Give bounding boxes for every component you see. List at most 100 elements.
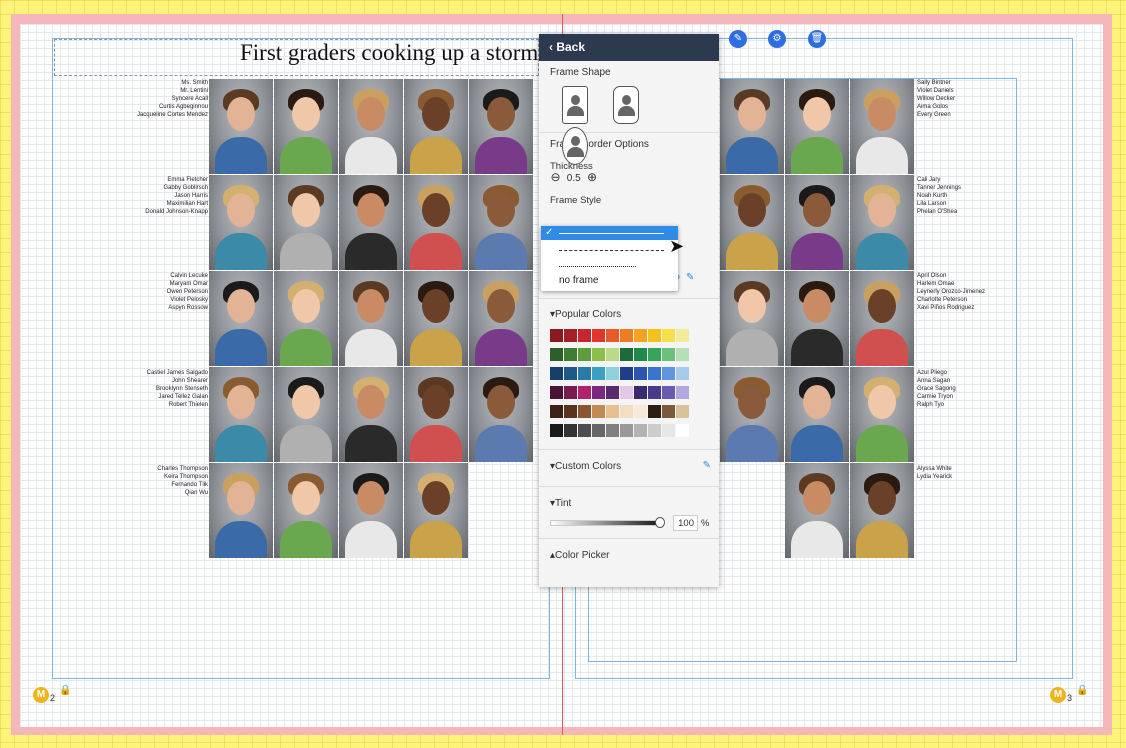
gear-icon[interactable]: ⚙ bbox=[768, 30, 786, 48]
color-swatch[interactable] bbox=[620, 386, 633, 399]
color-picker-toggle[interactable]: ▴Color Picker bbox=[550, 550, 610, 561]
student-photo[interactable] bbox=[785, 175, 849, 270]
color-swatch[interactable] bbox=[620, 405, 633, 418]
color-swatch[interactable] bbox=[676, 367, 689, 380]
color-swatch[interactable] bbox=[606, 405, 619, 418]
student-photo[interactable] bbox=[469, 367, 533, 462]
color-swatch[interactable] bbox=[662, 348, 675, 361]
color-swatch[interactable] bbox=[634, 386, 647, 399]
color-swatch[interactable] bbox=[592, 329, 605, 342]
color-swatch[interactable] bbox=[606, 329, 619, 342]
student-photo[interactable] bbox=[850, 463, 914, 558]
color-swatch[interactable] bbox=[550, 348, 563, 361]
color-swatch[interactable] bbox=[606, 424, 619, 437]
color-swatch[interactable] bbox=[592, 367, 605, 380]
color-swatch[interactable] bbox=[592, 348, 605, 361]
color-swatch[interactable] bbox=[634, 405, 647, 418]
student-photo[interactable] bbox=[469, 175, 533, 270]
color-swatch[interactable] bbox=[550, 386, 563, 399]
color-swatch[interactable] bbox=[634, 367, 647, 380]
color-swatch[interactable] bbox=[564, 367, 577, 380]
color-swatch[interactable] bbox=[676, 329, 689, 342]
color-swatch[interactable] bbox=[620, 424, 633, 437]
color-swatch[interactable] bbox=[578, 386, 591, 399]
color-swatch[interactable] bbox=[662, 424, 675, 437]
color-swatch[interactable] bbox=[606, 348, 619, 361]
student-photo[interactable] bbox=[209, 271, 273, 366]
student-photo[interactable] bbox=[274, 463, 338, 558]
student-photo[interactable] bbox=[785, 79, 849, 174]
color-swatch[interactable] bbox=[676, 424, 689, 437]
student-photo[interactable] bbox=[720, 175, 784, 270]
color-swatch[interactable] bbox=[620, 329, 633, 342]
student-photo[interactable] bbox=[850, 367, 914, 462]
tint-input[interactable]: 100 bbox=[673, 515, 698, 531]
student-photo[interactable] bbox=[850, 175, 914, 270]
student-photo[interactable] bbox=[274, 79, 338, 174]
color-swatch[interactable] bbox=[648, 386, 661, 399]
color-swatch[interactable] bbox=[620, 348, 633, 361]
color-swatch[interactable] bbox=[634, 348, 647, 361]
student-photo[interactable] bbox=[339, 367, 403, 462]
color-swatch[interactable] bbox=[578, 424, 591, 437]
color-swatch[interactable] bbox=[648, 424, 661, 437]
student-photo[interactable] bbox=[274, 367, 338, 462]
master-badge-left[interactable]: M bbox=[33, 687, 49, 703]
popular-colors-toggle[interactable]: ▾Popular Colors bbox=[550, 309, 708, 320]
color-swatch[interactable] bbox=[578, 405, 591, 418]
lock-icon[interactable]: 🔒 bbox=[59, 685, 71, 696]
color-swatch[interactable] bbox=[606, 386, 619, 399]
frame-shape-oval[interactable] bbox=[562, 127, 588, 165]
color-swatch[interactable] bbox=[578, 367, 591, 380]
color-swatch[interactable] bbox=[662, 386, 675, 399]
color-swatch[interactable] bbox=[578, 348, 591, 361]
color-swatch[interactable] bbox=[564, 386, 577, 399]
tint-slider[interactable] bbox=[550, 520, 664, 526]
frame-style-solid-option[interactable]: ✓ bbox=[541, 226, 678, 240]
student-photo[interactable] bbox=[850, 271, 914, 366]
tint-toggle[interactable]: ▾Tint bbox=[550, 498, 708, 509]
color-swatch[interactable] bbox=[564, 329, 577, 342]
minus-icon[interactable]: ⊖ bbox=[550, 171, 561, 184]
color-swatch[interactable] bbox=[620, 367, 633, 380]
tint-slider-handle[interactable] bbox=[655, 517, 665, 528]
student-photo[interactable] bbox=[785, 271, 849, 366]
student-photo[interactable] bbox=[404, 79, 468, 174]
frame-style-dotted-option[interactable] bbox=[541, 259, 678, 273]
color-swatch[interactable] bbox=[564, 424, 577, 437]
student-photo[interactable] bbox=[274, 175, 338, 270]
student-photo[interactable] bbox=[404, 271, 468, 366]
student-photo[interactable] bbox=[404, 367, 468, 462]
color-swatch[interactable] bbox=[662, 329, 675, 342]
back-button[interactable]: ‹ Back bbox=[539, 34, 719, 61]
edit-custom-colors-icon[interactable]: ✎ bbox=[703, 460, 711, 471]
student-photo[interactable] bbox=[785, 463, 849, 558]
color-swatch[interactable] bbox=[648, 405, 661, 418]
color-swatch[interactable] bbox=[662, 405, 675, 418]
trash-icon[interactable]: 🗑 bbox=[808, 30, 826, 48]
student-photo[interactable] bbox=[720, 367, 784, 462]
student-photo[interactable] bbox=[274, 271, 338, 366]
color-swatch[interactable] bbox=[662, 367, 675, 380]
student-photo[interactable] bbox=[720, 79, 784, 174]
color-swatch[interactable] bbox=[550, 405, 563, 418]
color-swatch[interactable] bbox=[550, 424, 563, 437]
color-swatch[interactable] bbox=[676, 348, 689, 361]
color-swatch[interactable] bbox=[648, 367, 661, 380]
student-photo[interactable] bbox=[209, 175, 273, 270]
color-swatch[interactable] bbox=[634, 329, 647, 342]
frame-style-dashed-option[interactable] bbox=[541, 243, 678, 257]
color-swatch[interactable] bbox=[634, 424, 647, 437]
lock-icon[interactable]: 🔒 bbox=[1076, 685, 1088, 696]
student-photo[interactable] bbox=[339, 175, 403, 270]
color-swatch[interactable] bbox=[648, 348, 661, 361]
student-photo[interactable] bbox=[469, 79, 533, 174]
color-swatch[interactable] bbox=[676, 405, 689, 418]
color-swatch[interactable] bbox=[592, 405, 605, 418]
student-photo[interactable] bbox=[209, 79, 273, 174]
custom-colors-toggle[interactable]: ▾Custom Colors bbox=[550, 461, 621, 472]
student-photo[interactable] bbox=[469, 271, 533, 366]
student-photo[interactable] bbox=[339, 271, 403, 366]
color-swatch[interactable] bbox=[550, 329, 563, 342]
color-swatch[interactable] bbox=[592, 386, 605, 399]
